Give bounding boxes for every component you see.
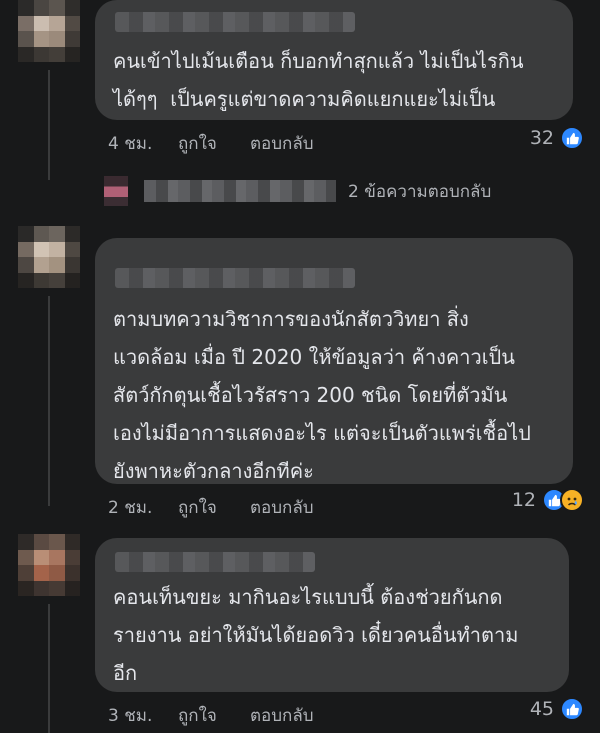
comment-actions: 4 ชม. ถูกใจ ตอบกลับ <box>108 130 314 157</box>
like-icon <box>560 697 584 721</box>
reply-avatar <box>104 176 128 206</box>
view-replies[interactable]: 2 ข้อความตอบกลับ <box>104 176 491 206</box>
comment-time[interactable]: 2 ชม. <box>108 494 178 521</box>
thread-line <box>48 296 50 506</box>
comment-time[interactable]: 4 ชม. <box>108 130 178 157</box>
reaction-count: 12 <box>511 489 536 511</box>
reaction-summary[interactable]: 32 <box>530 126 584 150</box>
reply-button[interactable]: ตอบกลับ <box>250 494 314 521</box>
thread-line <box>48 70 50 180</box>
like-button[interactable]: ถูกใจ <box>178 702 250 729</box>
replies-count[interactable]: 2 ข้อความตอบกลับ <box>348 178 491 205</box>
comment-bubble: ตามบทความวิชาการของนักสัตววิทยา สิ่ง แวด… <box>95 238 573 484</box>
reaction-summary[interactable]: 12 <box>512 488 584 512</box>
like-button[interactable]: ถูกใจ <box>178 130 250 157</box>
avatar[interactable] <box>18 0 80 62</box>
like-button[interactable]: ถูกใจ <box>178 494 250 521</box>
comment-text: คนเข้าไปเม้นเตือน ก็บอกทำสุกแล้ว ไม่เป็น… <box>113 49 524 111</box>
sad-icon <box>560 488 584 512</box>
author-name[interactable] <box>115 12 355 32</box>
avatar[interactable] <box>18 534 80 596</box>
like-icon <box>560 126 584 150</box>
comment-text: ตามบทความวิชาการของนักสัตววิทยา สิ่ง แวด… <box>113 307 531 483</box>
comment-bubble: คอนเท็นขยะ มากินอะไรแบบนี้ ต้องช่วยกันกด… <box>95 538 569 692</box>
author-name[interactable] <box>115 268 355 288</box>
comment-text: คอนเท็นขยะ มากินอะไรแบบนี้ ต้องช่วยกันกด… <box>113 585 519 685</box>
reply-button[interactable]: ตอบกลับ <box>250 702 314 729</box>
reaction-count: 45 <box>529 698 554 720</box>
author-name[interactable] <box>115 552 315 572</box>
reaction-count: 32 <box>529 127 554 149</box>
comment-bubble: คนเข้าไปเม้นเตือน ก็บอกทำสุกแล้ว ไม่เป็น… <box>95 0 573 120</box>
comment-time[interactable]: 3 ชม. <box>108 702 178 729</box>
thread-line <box>48 604 50 733</box>
reaction-summary[interactable]: 45 <box>530 697 584 721</box>
comment-actions: 2 ชม. ถูกใจ ตอบกลับ <box>108 494 314 521</box>
reply-author-name <box>144 180 336 202</box>
avatar[interactable] <box>18 226 80 288</box>
comment-actions: 3 ชม. ถูกใจ ตอบกลับ <box>108 702 314 729</box>
reply-button[interactable]: ตอบกลับ <box>250 130 314 157</box>
